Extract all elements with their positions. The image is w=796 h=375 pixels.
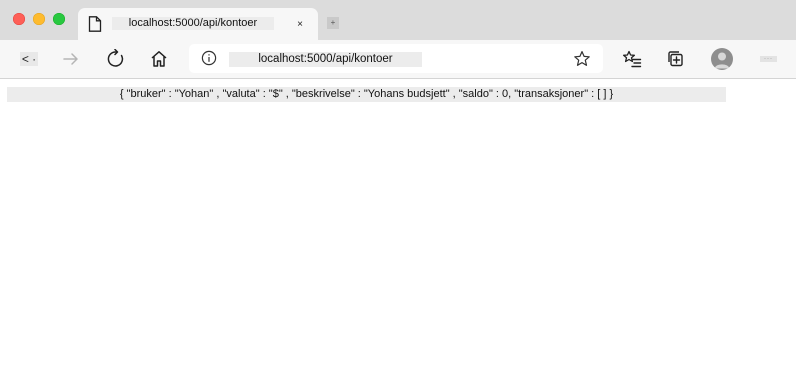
reload-icon <box>107 49 124 67</box>
favorites-button[interactable] <box>619 46 645 72</box>
home-button[interactable] <box>146 46 172 72</box>
minimize-window-button[interactable] <box>33 13 45 25</box>
avatar[interactable] <box>711 48 733 70</box>
collections-icon <box>668 51 683 67</box>
forward-icon <box>63 53 78 65</box>
profile-icon <box>714 52 730 69</box>
favorites-icon <box>622 50 642 68</box>
tab-close-button[interactable]: × <box>293 18 307 32</box>
reload-button[interactable] <box>103 46 129 72</box>
collections-button[interactable] <box>663 46 689 72</box>
close-window-button[interactable] <box>13 13 25 25</box>
url-text[interactable]: localhost:5000/api/kontoer <box>229 52 422 67</box>
forward-button[interactable] <box>58 46 84 72</box>
json-response-text: { "bruker" : "Yohan" , "valuta" : "$" , … <box>7 87 726 102</box>
tab-strip: localhost:5000/api/kontoer × + <box>0 0 796 40</box>
star-icon[interactable] <box>573 50 591 68</box>
new-tab-button[interactable]: + <box>327 17 339 29</box>
back-icon: < · <box>20 52 38 66</box>
more-menu-button[interactable]: ··· <box>760 56 777 62</box>
info-icon[interactable] <box>201 50 217 66</box>
browser-toolbar: < · localhost:5000/api/kontoer ··· <box>0 40 796 79</box>
back-button[interactable]: < · <box>16 46 42 72</box>
browser-tab[interactable]: localhost:5000/api/kontoer × <box>78 8 318 40</box>
maximize-window-button[interactable] <box>53 13 65 25</box>
address-bar[interactable]: localhost:5000/api/kontoer <box>189 44 603 73</box>
home-icon <box>151 51 167 67</box>
page-icon <box>88 16 102 32</box>
tab-title: localhost:5000/api/kontoer <box>112 17 274 30</box>
